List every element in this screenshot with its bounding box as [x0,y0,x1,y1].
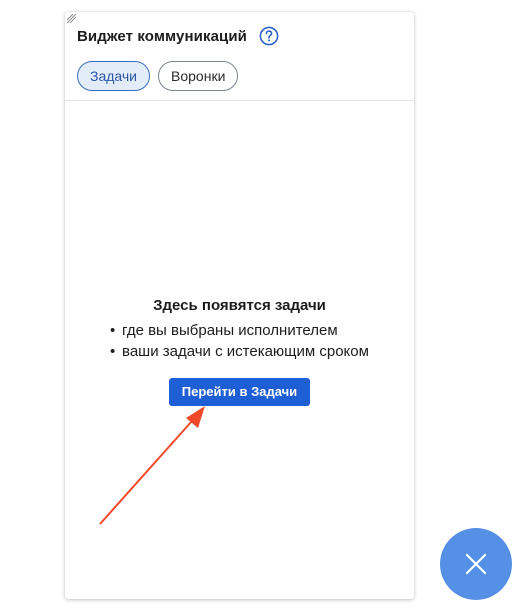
communication-widget: Виджет коммуникаций Задачи Воронки Здесь… [65,12,414,599]
tab-tasks[interactable]: Задачи [77,61,151,91]
empty-state-title: Здесь появятся задачи [153,297,326,314]
resize-handle-icon[interactable] [66,13,76,23]
widget-tabs: Задачи Воронки [77,61,239,91]
empty-state-list: где вы выбраны исполнителем ваши задачи … [110,320,369,362]
close-icon [465,553,487,575]
question-circle-icon[interactable] [259,26,279,46]
list-item: ваши задачи с истекающим сроком [110,341,369,362]
header-divider [65,100,414,101]
widget-header: Виджет коммуникаций [77,26,279,46]
empty-state: Здесь появятся задачи где вы выбраны исп… [65,297,414,406]
go-to-tasks-button[interactable]: Перейти в Задачи [168,378,311,406]
widget-title: Виджет коммуникаций [77,27,247,45]
tab-funnels[interactable]: Воронки [158,61,239,91]
close-fab-button[interactable] [440,528,512,600]
list-item: где вы выбраны исполнителем [110,320,369,341]
screen: Виджет коммуникаций Задачи Воронки Здесь… [0,0,522,611]
